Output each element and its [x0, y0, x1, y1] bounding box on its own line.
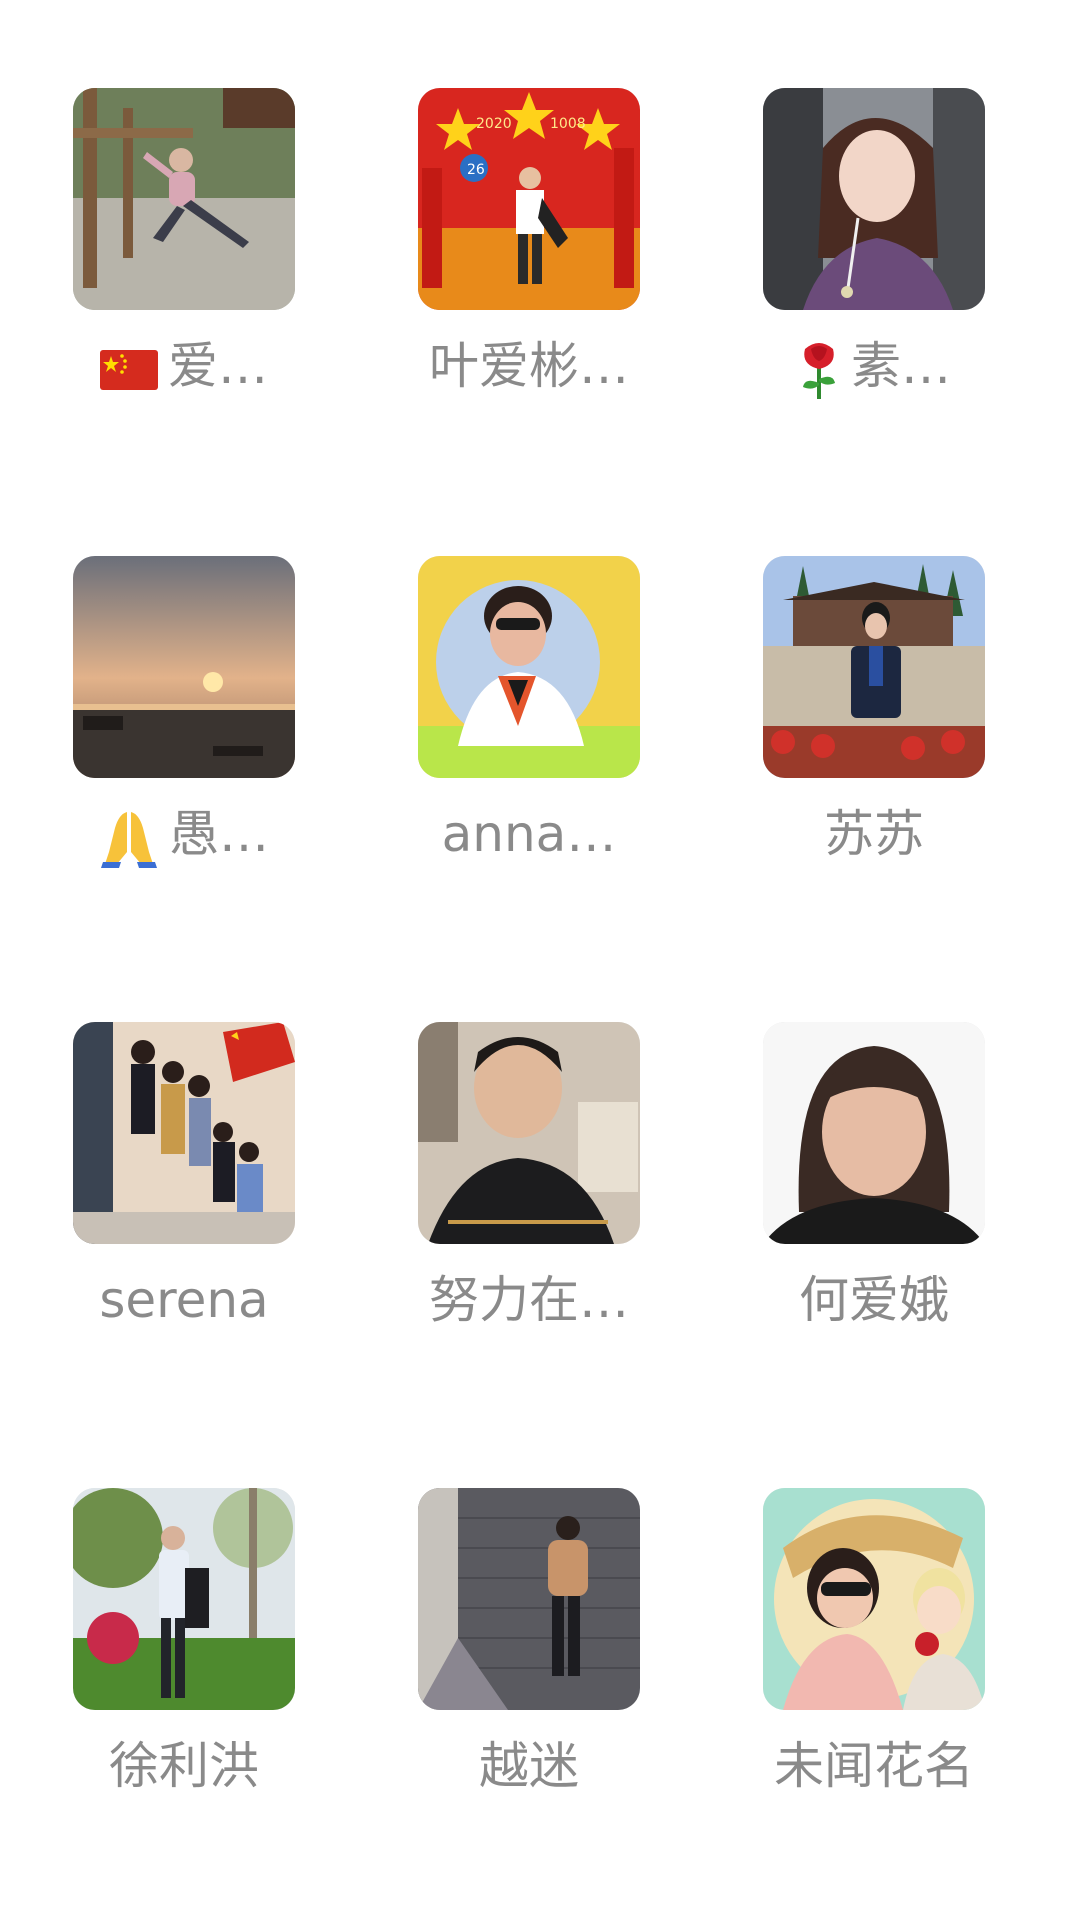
avatar[interactable]: [763, 1022, 985, 1244]
avatar[interactable]: [418, 1488, 640, 1710]
avatar[interactable]: [73, 556, 295, 778]
avatar[interactable]: [418, 556, 640, 778]
member-name: 越迷: [479, 1737, 579, 1795]
avatar[interactable]: [73, 88, 295, 310]
member-item[interactable]: 素…: [724, 88, 1024, 428]
svg-text:1008: 1008: [550, 116, 586, 132]
member-name: 何爱娥: [799, 1271, 949, 1329]
avatar[interactable]: [418, 1022, 640, 1244]
member-name: serena: [99, 1271, 269, 1329]
member-name: 爱…: [34, 336, 334, 396]
member-item[interactable]: 2020 1008 26 叶爱彬…: [379, 88, 679, 428]
rose-icon: [797, 339, 841, 401]
member-grid: 爱… 2020 1008 26 叶爱彬… 素… 愚… anna… 苏苏 sere…: [0, 0, 1080, 1920]
member-item[interactable]: 爱…: [34, 88, 334, 428]
member-item[interactable]: 愚…: [34, 556, 334, 896]
member-name: anna…: [441, 805, 617, 863]
avatar[interactable]: 2020 1008 26: [418, 88, 640, 310]
member-item[interactable]: serena: [34, 1022, 334, 1362]
member-name: 素…: [724, 336, 1024, 401]
member-item[interactable]: 越迷: [379, 1488, 679, 1828]
avatar[interactable]: [763, 88, 985, 310]
avatar[interactable]: [73, 1022, 295, 1244]
member-item[interactable]: 何爱娥: [724, 1022, 1024, 1362]
member-item[interactable]: 努力在…: [379, 1022, 679, 1362]
member-name: 愚…: [34, 804, 334, 868]
member-item[interactable]: 徐利洪: [34, 1488, 334, 1828]
china-flag-icon: [100, 349, 158, 390]
svg-text:2020: 2020: [476, 116, 512, 132]
avatar[interactable]: [73, 1488, 295, 1710]
member-name: 叶爱彬…: [429, 337, 629, 395]
member-name: 努力在…: [429, 1271, 629, 1329]
member-item[interactable]: 未闻花名: [724, 1488, 1024, 1828]
svg-text:26: 26: [467, 162, 485, 178]
member-item[interactable]: anna…: [379, 556, 679, 896]
member-name: 徐利洪: [109, 1737, 259, 1795]
member-item[interactable]: 苏苏: [724, 556, 1024, 896]
praying-hands-icon: [99, 808, 159, 868]
avatar[interactable]: [763, 1488, 985, 1710]
avatar[interactable]: [763, 556, 985, 778]
member-name: 未闻花名: [774, 1737, 974, 1795]
member-name: 苏苏: [824, 805, 924, 863]
